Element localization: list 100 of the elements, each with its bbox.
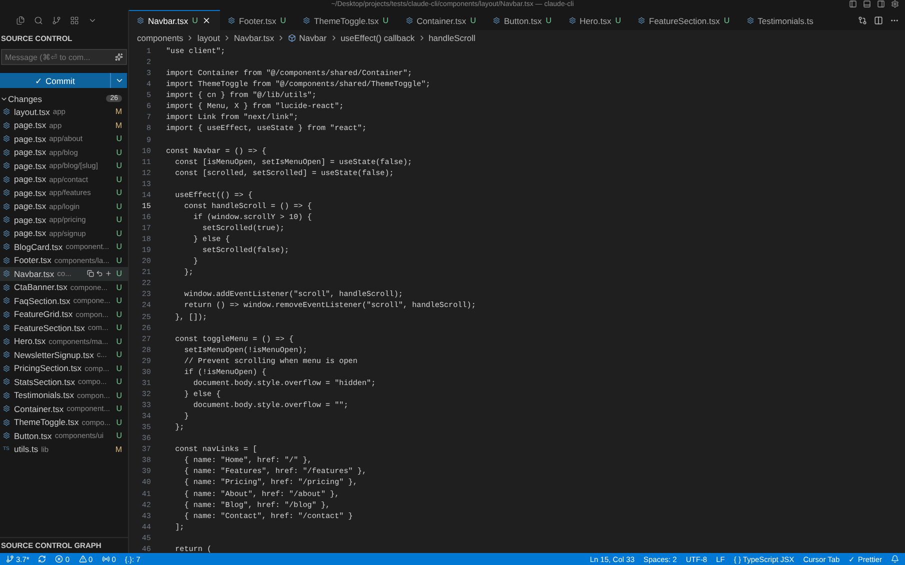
- breadcrumb-item[interactable]: layout: [197, 33, 220, 43]
- file-status: U: [115, 282, 122, 292]
- file-name: Testimonials.tsx: [14, 390, 74, 400]
- file-name: Button.tsx: [14, 430, 52, 441]
- ports-icon: [102, 555, 110, 563]
- tab-label: Footer.tsx: [238, 16, 276, 26]
- file-name: FaqSection.tsx: [14, 296, 70, 306]
- panel-icon[interactable]: [877, 0, 885, 8]
- file-status: M: [115, 107, 122, 116]
- chevron-icon: [114, 76, 124, 85]
- file-name: FeatureSection.tsx: [14, 322, 85, 333]
- file-name: page.tsx: [14, 174, 46, 184]
- warnings-icon: [78, 555, 87, 563]
- file-name: page.tsx: [14, 160, 46, 171]
- tab-label: Testimonials.ts: [758, 16, 814, 26]
- file-status: U: [115, 134, 122, 144]
- file-status: U: [115, 310, 122, 319]
- file-name: layout.tsx: [14, 106, 50, 117]
- tab-status: U: [192, 16, 198, 25]
- tab-status: U: [615, 16, 621, 25]
- discard-icon[interactable]: [96, 270, 103, 278]
- changes-label: Changes: [8, 94, 44, 104]
- file-status: U: [115, 148, 122, 157]
- breadcrumb-item[interactable]: components: [137, 33, 184, 43]
- tab-status: U: [470, 16, 476, 25]
- sync-icon: [38, 555, 46, 563]
- branch-icon: [6, 555, 14, 563]
- open-file-icon[interactable]: [87, 270, 94, 278]
- breadcrumb-item[interactable]: Navbar.tsx: [234, 33, 274, 43]
- file-name: CtaBanner.tsx: [14, 282, 68, 292]
- file-status: U: [115, 323, 122, 332]
- tab-label: Button.tsx: [504, 16, 542, 26]
- breadcrumb-item[interactable]: handleScroll: [428, 33, 476, 43]
- file-status: U: [115, 296, 122, 306]
- breadcrumb-item[interactable]: Navbar: [299, 33, 327, 43]
- status-item[interactable]: [38, 555, 46, 563]
- tab-label: Container.tsx: [416, 16, 466, 26]
- stage-icon[interactable]: [105, 270, 112, 278]
- extensions-icon[interactable]: [70, 16, 79, 24]
- file-name: page.tsx: [14, 228, 46, 238]
- file-status: U: [115, 418, 122, 427]
- editor-tab[interactable]: Navbar.tsx U: [129, 10, 220, 30]
- tab-status: U: [280, 16, 286, 25]
- tab-label: Navbar.tsx: [148, 16, 188, 26]
- file-status: U: [115, 161, 122, 170]
- settings-icon[interactable]: [891, 0, 899, 8]
- errors-icon: [55, 555, 64, 563]
- file-status: U: [115, 390, 122, 400]
- close-icon[interactable]: [202, 16, 211, 25]
- file-name: page.tsx: [14, 147, 46, 158]
- tab-label: Hero.tsx: [580, 16, 612, 26]
- file-status: U: [115, 350, 122, 360]
- file-name: Footer.tsx: [14, 255, 52, 266]
- file-name: FeatureGrid.tsx: [14, 309, 73, 320]
- file-name: Container.tsx: [14, 404, 64, 414]
- file-name: PricingSection.tsx: [14, 363, 82, 374]
- compare-icon[interactable]: [858, 16, 867, 24]
- breadcrumb-item[interactable]: useEffect() callback: [340, 33, 415, 43]
- file-name: utils.ts: [14, 444, 38, 454]
- file-name: ThemeToggle.tsx: [14, 417, 79, 428]
- file-status: U: [115, 256, 122, 265]
- file-status: M: [115, 120, 122, 130]
- file-status: U: [115, 377, 122, 386]
- file-name: page.tsx: [14, 214, 46, 225]
- file-name: page.tsx: [14, 201, 46, 212]
- file-status: U: [115, 404, 122, 414]
- split-editor-icon[interactable]: [874, 16, 883, 24]
- tab-status: U: [724, 16, 730, 25]
- file-name: NewsletterSignup.tsx: [14, 350, 94, 360]
- message-field[interactable]: Message (⌘⏎ to com...: [1, 49, 127, 65]
- file-status: U: [115, 431, 122, 440]
- file-status: U: [115, 202, 122, 211]
- file-status: U: [115, 336, 122, 346]
- file-status: M: [115, 444, 122, 454]
- file-name: BlogCard.tsx: [14, 242, 63, 252]
- file-name: page.tsx: [14, 120, 46, 130]
- search-icon[interactable]: [34, 16, 43, 24]
- file-status: U: [115, 364, 122, 373]
- file-name: page.tsx: [14, 134, 46, 144]
- file-status: U: [115, 215, 122, 224]
- commit-button[interactable]: ✓ Commit: [0, 73, 110, 88]
- file-name: Navbar.tsx: [14, 268, 54, 279]
- file-name: StatsSection.tsx: [14, 376, 75, 387]
- panel-icon[interactable]: [863, 0, 871, 8]
- file-status: U: [115, 228, 122, 238]
- notification-icon[interactable]: [891, 555, 899, 563]
- file-status: U: [115, 242, 122, 252]
- branch-icon[interactable]: [52, 16, 61, 24]
- file-status: U: [115, 188, 122, 198]
- tab-status: U: [382, 16, 389, 25]
- file-name: Hero.tsx: [14, 336, 46, 346]
- file-status: U: [115, 174, 122, 184]
- tab-label: FeatureSection.tsx: [649, 16, 720, 26]
- chevron-icon: [223, 34, 231, 42]
- sparkle-icon[interactable]: [115, 53, 123, 61]
- file-status: U: [115, 269, 122, 278]
- symbol-icon: [288, 34, 296, 42]
- tab-label: ThemeToggle.tsx: [314, 16, 379, 26]
- panel-icon[interactable]: [849, 0, 857, 8]
- files-icon[interactable]: [16, 16, 25, 24]
